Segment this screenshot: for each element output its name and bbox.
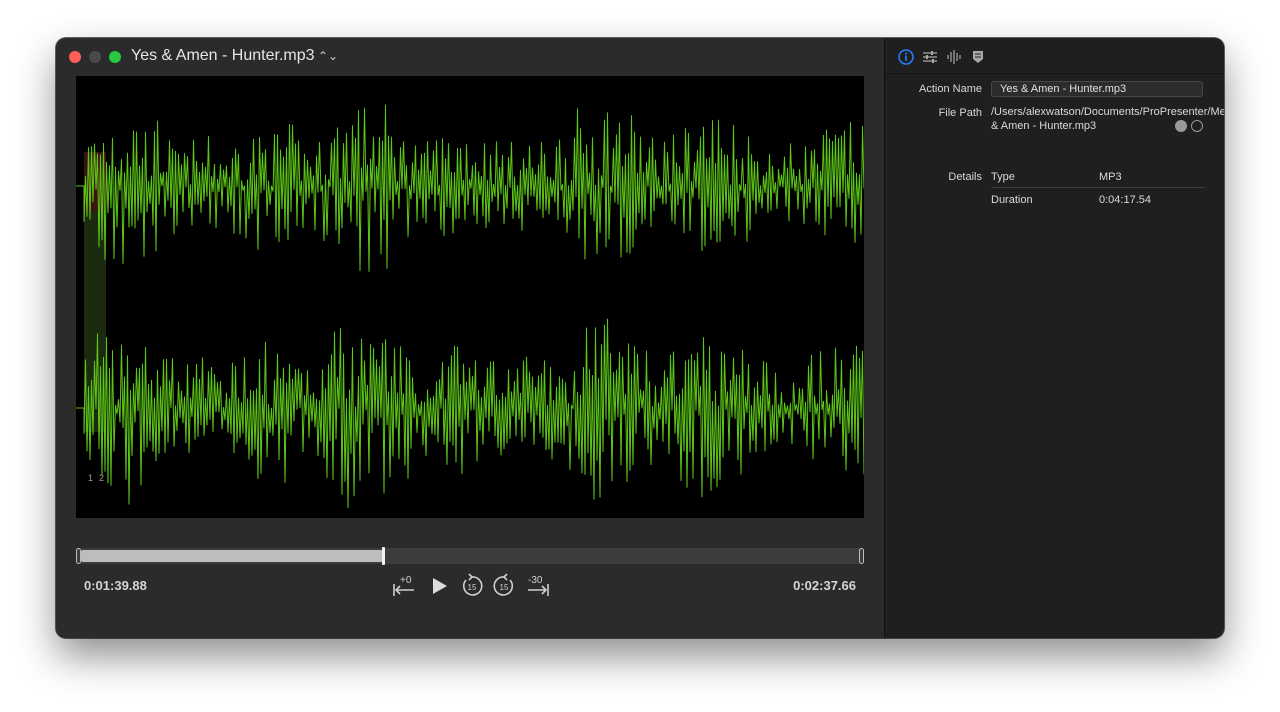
play-button[interactable] bbox=[424, 572, 452, 600]
jump-to-start-icon: +0 bbox=[393, 575, 414, 596]
waveform-channel-2 bbox=[76, 318, 864, 509]
details-separator bbox=[991, 187, 1205, 188]
scrubber-end-cap[interactable] bbox=[859, 548, 864, 564]
media-inspector-window: Yes & Amen - Hunter.mp3 ⌃⌄ 1 2 0:01:39.8… bbox=[56, 38, 1224, 638]
scrubber-progress bbox=[81, 550, 383, 562]
detail-key-type: Type bbox=[991, 171, 1015, 183]
play-icon bbox=[433, 578, 447, 594]
elapsed-time: 0:01:39.88 bbox=[84, 578, 147, 593]
sliders-icon[interactable] bbox=[921, 48, 939, 66]
jump-to-end-button[interactable]: -30 bbox=[524, 572, 552, 600]
zoom-window-button[interactable] bbox=[109, 51, 121, 63]
forward-15-icon: 15 bbox=[493, 573, 514, 596]
action-name-label: Action Name bbox=[919, 83, 982, 95]
forward-15-button[interactable]: 15 bbox=[490, 572, 518, 600]
svg-text:15: 15 bbox=[468, 583, 477, 592]
playhead-handle[interactable] bbox=[382, 547, 385, 565]
jump-to-start-button[interactable]: +0 bbox=[390, 572, 418, 600]
file-path-label: File Path bbox=[938, 107, 982, 119]
action-name-field[interactable]: Yes & Amen - Hunter.mp3 bbox=[991, 81, 1203, 97]
playback-scrubber[interactable] bbox=[76, 547, 864, 565]
inspector-divider bbox=[885, 73, 1224, 74]
channel-label-1: 1 bbox=[88, 473, 94, 483]
more-options-icon[interactable] bbox=[1191, 120, 1203, 132]
svg-text:15: 15 bbox=[500, 583, 509, 592]
rewind-15-button[interactable]: 15 bbox=[458, 572, 486, 600]
detail-value-duration: 0:04:17.54 bbox=[1099, 194, 1151, 206]
remaining-time: 0:02:37.66 bbox=[793, 578, 856, 593]
transport-controls: +0 15 15 -30 bbox=[390, 572, 552, 600]
close-window-button[interactable] bbox=[69, 51, 81, 63]
svg-text:-30: -30 bbox=[528, 575, 543, 586]
player-pane: Yes & Amen - Hunter.mp3 ⌃⌄ 1 2 0:01:39.8… bbox=[56, 38, 884, 638]
waveform-channel-1 bbox=[76, 104, 864, 272]
waveform-icon[interactable] bbox=[945, 48, 963, 66]
file-path-value: /Users/alexwatson/Documents/ProPresenter… bbox=[991, 106, 1224, 132]
channel-label-2: 2 bbox=[99, 473, 105, 483]
title-chevron-icon[interactable]: ⌃⌄ bbox=[318, 47, 338, 65]
detail-key-duration: Duration bbox=[991, 194, 1033, 206]
jump-to-end-icon: -30 bbox=[528, 575, 549, 596]
info-icon[interactable] bbox=[897, 48, 915, 66]
audio-waveform bbox=[76, 104, 864, 509]
reveal-in-finder-icon[interactable] bbox=[1175, 120, 1187, 132]
inspector-pane: Action Name Yes & Amen - Hunter.mp3 File… bbox=[884, 38, 1224, 638]
details-label: Details bbox=[948, 171, 982, 183]
window-title[interactable]: Yes & Amen - Hunter.mp3 bbox=[131, 46, 315, 66]
rewind-15-icon: 15 bbox=[462, 573, 483, 596]
waveform-view[interactable]: 1 2 bbox=[76, 76, 864, 518]
svg-text:+0: +0 bbox=[400, 575, 412, 586]
detail-value-type: MP3 bbox=[1099, 171, 1122, 183]
minimize-window-button[interactable] bbox=[89, 51, 101, 63]
marker-icon[interactable] bbox=[969, 48, 987, 66]
